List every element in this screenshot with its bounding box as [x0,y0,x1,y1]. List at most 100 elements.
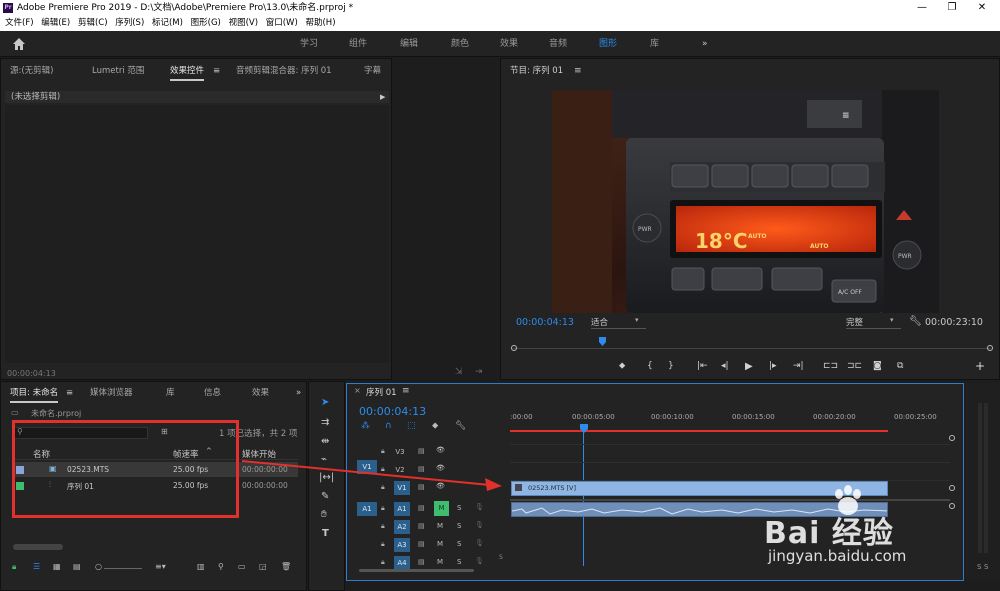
program-playhead[interactable] [599,337,606,346]
scroll-handle-top[interactable] [949,435,955,441]
tab-captions[interactable]: 字幕 [364,63,381,79]
wrench-icon[interactable]: 🔧︎ [909,316,922,327]
tab-info[interactable]: 信息 [204,385,221,401]
menu-edit[interactable]: 编辑(E) [41,16,70,31]
lock-track-icon[interactable]: 🔒︎ [381,504,385,513]
ripple-edit-tool-icon[interactable]: ⇹ [321,436,329,447]
eye-icon[interactable]: 👁︎ [436,446,445,454]
maximize-button[interactable]: ❐ [937,0,967,16]
quality-dropdown[interactable]: 完整 ▾ [846,316,901,329]
tab-project[interactable]: 项目: 未命名 [10,385,59,403]
sync-lock-icon[interactable]: ▤ [418,504,425,512]
step-back-icon[interactable]: ◂| [721,361,729,371]
timeline-ruler[interactable]: :00:00 00:00:05:00 00:00:10:00 00:00:15:… [510,410,950,432]
program-menu-icon[interactable]: ≡ [574,63,582,79]
mute-button[interactable]: M [437,558,443,566]
lock-icon[interactable]: 🔒︎ [12,562,16,572]
timeline-close-button[interactable]: × [354,386,361,395]
add-marker-timeline-icon[interactable]: ⬥ [432,421,438,431]
timeline-timecode[interactable]: 00:00:04:13 [359,405,426,418]
menu-window[interactable]: 窗口(W) [266,16,298,31]
zoom-slider-handle[interactable]: ○ [95,562,102,571]
find-icon[interactable]: ⚲ [218,562,224,571]
icon-view-icon[interactable]: ▦ [53,562,61,571]
project-menu-icon[interactable]: ≡ [66,385,73,401]
freeform-view-icon[interactable]: ▤ [73,562,81,571]
meter-solo-left[interactable]: S [977,563,981,571]
scrubber-out-handle[interactable] [987,345,993,351]
timeline-sequence-tab[interactable]: 序列 01 [366,386,397,398]
mark-in-icon[interactable]: { [647,361,653,371]
new-item-icon[interactable]: ◲ [259,562,267,571]
workspace-color[interactable]: 颜色 [451,31,469,57]
add-marker-icon[interactable]: ⬥ [619,361,625,371]
tab-audio-clip-mixer[interactable]: 音频剪辑混合器: 序列 01 [236,63,332,79]
tab-source[interactable]: 源:(无剪辑) [10,63,54,79]
home-icon[interactable] [12,37,26,51]
lift-icon[interactable]: ⊏⊐ [823,361,838,371]
sync-lock-icon[interactable]: ▤ [418,558,425,566]
track-label-a1[interactable]: A1 [394,502,410,516]
workspace-editing[interactable]: 编辑 [400,31,418,57]
menu-help[interactable]: 帮助(H) [305,16,335,31]
menu-clip[interactable]: 剪辑(C) [78,16,108,31]
tab-media-browser[interactable]: 媒体浏览器 [90,385,133,401]
workspace-more-button[interactable]: » [702,31,708,57]
solo-button[interactable]: S [457,558,461,566]
workspace-libraries[interactable]: 库 [650,31,659,57]
snap-icon[interactable]: ∩ [385,421,392,431]
trash-icon[interactable]: 🗑︎ [281,562,291,571]
panel-menu-icon[interactable]: ≡ [213,63,220,79]
list-view-icon[interactable]: ☰ [33,562,40,571]
expand-arrow-icon[interactable]: ▶ [380,91,385,103]
loop-icon[interactable]: ⇥ [475,367,483,377]
source-patch-a1[interactable]: A1 [357,502,377,516]
new-bin-icon[interactable]: ▭ [238,562,246,571]
tab-effects[interactable]: 效果 [252,385,269,401]
workspace-graphics[interactable]: 图形 [599,31,617,57]
track-label-a3[interactable]: A3 [394,538,410,552]
automate-to-sequence-icon[interactable]: ▥ [197,562,205,571]
type-tool-icon[interactable]: T [322,528,329,539]
workspace-effects[interactable]: 效果 [500,31,518,57]
timeline-horizontal-scrollbar[interactable] [359,569,474,572]
menu-view[interactable]: 视图(V) [229,16,258,31]
voiceover-mic-icon[interactable]: 🎙︎ [475,503,484,511]
mark-out-icon[interactable]: } [668,361,674,371]
horizontal-scrollbar[interactable] [13,544,63,550]
workspace-audio[interactable]: 音频 [549,31,567,57]
meter-solo-right[interactable]: S [984,563,988,571]
linked-selection-icon[interactable]: ⬚ [407,421,416,431]
comparison-view-icon[interactable]: ⧉ [897,361,903,371]
tab-libraries[interactable]: 库 [166,385,175,401]
minimize-button[interactable]: — [907,0,937,16]
timeline-menu-icon[interactable]: ≡ [402,386,410,396]
lock-track-icon[interactable]: 🔒︎ [381,522,385,531]
export-frame-icon[interactable]: ⇲ [455,367,463,377]
tab-effect-controls[interactable]: 效果控件 [170,63,205,81]
extract-icon[interactable]: ⊐⊏ [847,361,862,371]
timeline-settings-icon[interactable]: 🔧︎ [455,421,466,431]
voiceover-mic-icon[interactable]: 🎙︎ [475,539,484,547]
program-title[interactable]: 节目: 序列 01 [510,63,563,79]
scrubber-in-handle[interactable] [511,345,517,351]
workspace-assembly[interactable]: 组件 [349,31,367,57]
lock-track-icon[interactable]: 🔒︎ [381,540,385,549]
voiceover-mic-icon[interactable]: 🎙︎ [475,521,484,529]
voiceover-mic-icon[interactable]: 🎙︎ [475,557,484,565]
selection-tool-icon[interactable]: ➤ [321,397,329,408]
menu-file[interactable]: 文件(F) [5,16,34,31]
close-button[interactable]: ✕ [967,0,997,16]
lock-track-icon[interactable]: 🔒︎ [381,558,385,567]
zoom-slider-track[interactable] [104,568,142,569]
sort-icon[interactable]: ≡▾ [155,562,166,571]
mute-button[interactable]: M [437,522,443,530]
sync-lock-icon[interactable]: ▤ [418,447,425,455]
mute-button[interactable]: M [434,501,449,516]
sync-lock-icon[interactable]: ▤ [418,522,425,530]
play-icon[interactable]: ▶ [745,361,753,372]
solo-button[interactable]: S [457,504,461,512]
solo-button[interactable]: S [457,540,461,548]
workspace-learn[interactable]: 学习 [300,31,318,57]
menu-markers[interactable]: 标记(M) [152,16,183,31]
